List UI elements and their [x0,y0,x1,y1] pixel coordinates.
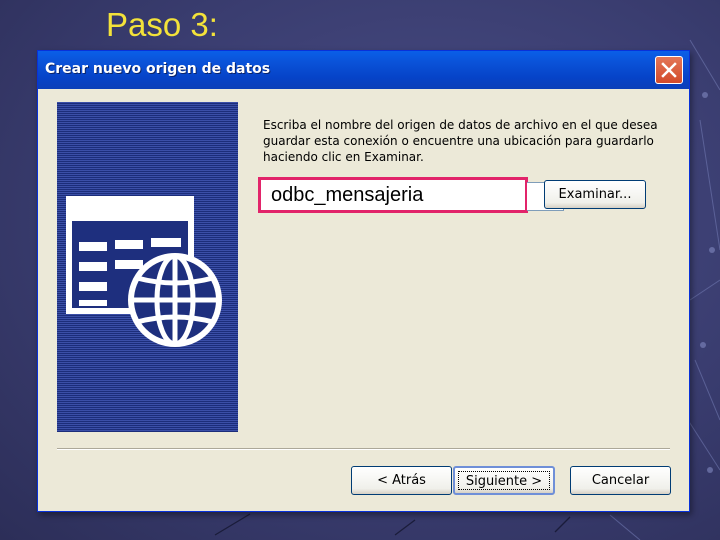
data-source-globe-icon [66,196,222,347]
wizard-side-image [57,102,238,432]
browse-button[interactable]: Examinar... [544,180,646,209]
separator-line [57,448,670,450]
create-data-source-dialog: Crear nuevo origen de datos Escriba el n… [37,50,690,512]
close-button[interactable] [655,56,683,84]
focus-ring [458,471,550,490]
instructions-text: Escriba el nombre del origen de datos de… [263,118,658,164]
cancel-button[interactable]: Cancelar [570,466,671,495]
data-source-name-input[interactable] [261,180,525,210]
slide-title: Paso 3: [106,6,218,43]
window-title: Crear nuevo origen de datos [45,61,271,77]
highlight-frame [258,177,528,213]
close-icon [661,62,677,78]
window-titlebar[interactable]: Crear nuevo origen de datos [38,51,689,89]
back-button[interactable]: < Atrás [351,466,452,495]
next-button[interactable]: Siguiente > [453,466,555,495]
